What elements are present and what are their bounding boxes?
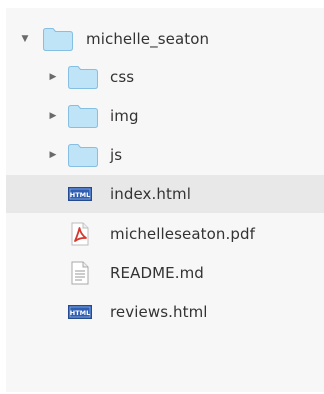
- file-label: index.html: [110, 185, 191, 203]
- file-label: README.md: [110, 264, 204, 282]
- html-file-icon: HTML: [68, 187, 92, 201]
- folder-label: js: [110, 146, 123, 164]
- chevron-right-icon[interactable]: ▶: [48, 110, 58, 122]
- svg-text:HTML: HTML: [70, 191, 90, 199]
- file-label: reviews.html: [110, 303, 208, 321]
- tree-item-css[interactable]: ▶ css: [6, 58, 324, 96]
- tree-root-folder[interactable]: ▼ michelle_seaton: [6, 20, 324, 58]
- tree-item-readme-md[interactable]: README.md: [6, 254, 324, 292]
- folder-icon: [68, 66, 98, 89]
- chevron-down-icon[interactable]: ▼: [20, 33, 30, 45]
- tree-item-michelleseaton-pdf[interactable]: michelleseaton.pdf: [6, 215, 324, 253]
- chevron-right-icon[interactable]: ▶: [48, 71, 58, 83]
- folder-icon: [68, 105, 98, 128]
- folder-icon: [43, 28, 73, 51]
- chevron-right-icon[interactable]: ▶: [48, 149, 58, 161]
- file-label: michelleseaton.pdf: [110, 225, 256, 243]
- html-file-icon: HTML: [68, 305, 92, 319]
- folder-label: css: [110, 68, 135, 86]
- text-file-icon: [71, 261, 89, 285]
- tree-item-index-html[interactable]: HTML index.html: [6, 175, 324, 213]
- file-tree-panel: ▼ michelle_seaton ▶ css ▶ img ▶ js HTML: [6, 8, 324, 392]
- svg-text:HTML: HTML: [70, 309, 90, 317]
- tree-item-js[interactable]: ▶ js: [6, 136, 324, 174]
- tree-item-img[interactable]: ▶ img: [6, 97, 324, 135]
- folder-icon: [68, 144, 98, 167]
- folder-label: img: [110, 107, 139, 125]
- folder-label: michelle_seaton: [86, 30, 210, 48]
- tree-item-reviews-html[interactable]: HTML reviews.html: [6, 293, 324, 331]
- pdf-file-icon: [71, 222, 89, 246]
